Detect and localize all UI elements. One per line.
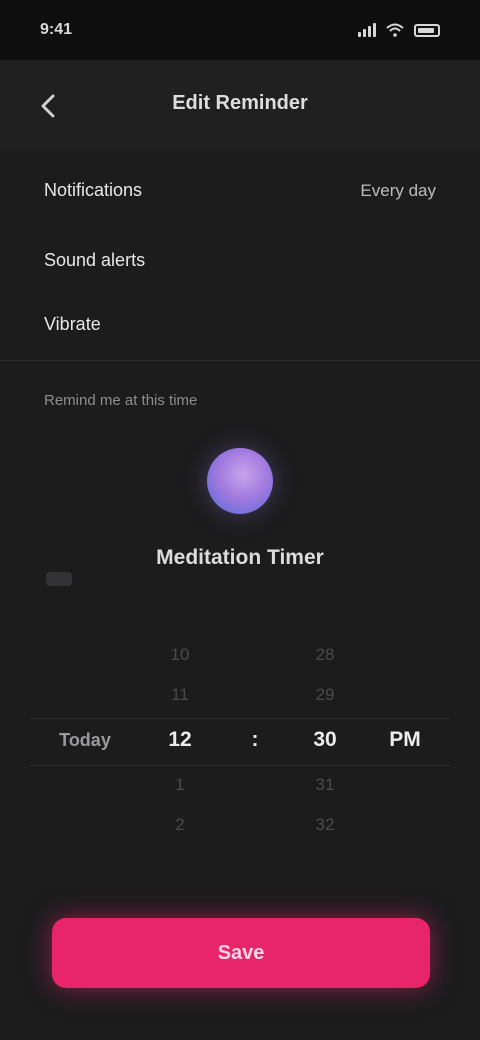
- status-icons: [358, 23, 440, 37]
- picker-separator: :: [251, 728, 259, 751]
- signal-icon: [358, 23, 376, 37]
- picker-selected-minute[interactable]: 30: [313, 720, 336, 760]
- row-label: Sound alerts: [44, 250, 146, 270]
- page-title: Edit Reminder: [172, 92, 308, 114]
- status-bar: 9:41: [0, 0, 480, 60]
- picker-selected-hour[interactable]: 12: [168, 720, 191, 760]
- picker-column-prefix[interactable]: Today: [40, 640, 130, 840]
- picker-option[interactable]: 1: [175, 770, 184, 800]
- picker-column-hours[interactable]: 10 11 12 1 2: [140, 640, 220, 840]
- save-button[interactable]: Save: [52, 918, 430, 988]
- section-label: Remind me at this time: [44, 392, 198, 409]
- app-avatar: [207, 448, 273, 514]
- status-time: 9:41: [40, 21, 73, 38]
- battery-icon: [414, 23, 440, 37]
- picker-selected-prefix[interactable]: Today: [59, 720, 111, 760]
- row-label: Notifications: [44, 180, 143, 200]
- picker-column-minutes[interactable]: 28 29 30 31 32: [285, 640, 365, 840]
- wifi-icon: [386, 23, 404, 37]
- settings-row-vibrate[interactable]: Vibrate: [44, 314, 436, 335]
- toggle-indicator[interactable]: [46, 572, 72, 586]
- divider: [0, 360, 480, 361]
- picker-option[interactable]: 32: [316, 810, 335, 840]
- navigation-bar: Edit Reminder: [0, 60, 480, 150]
- row-value: Every day: [360, 180, 436, 200]
- row-label: Vibrate: [44, 314, 101, 334]
- picker-option[interactable]: 11: [171, 680, 189, 710]
- profile-name: Meditation Timer: [156, 546, 324, 569]
- picker-option[interactable]: 10: [171, 640, 190, 670]
- picker-selected-period[interactable]: PM: [389, 720, 421, 760]
- settings-row-sound[interactable]: Sound alerts: [44, 250, 436, 271]
- picker-column-period[interactable]: PM: [365, 640, 445, 840]
- picker-option[interactable]: 31: [316, 770, 335, 800]
- settings-row-notifications[interactable]: Notifications Every day: [44, 180, 436, 201]
- picker-option[interactable]: 2: [175, 810, 184, 840]
- picker-option[interactable]: 28: [316, 640, 335, 670]
- time-picker[interactable]: Today 10 11 12 1 2 : 28 29 30 31 32 PM: [30, 640, 450, 840]
- picker-option[interactable]: 29: [316, 680, 335, 710]
